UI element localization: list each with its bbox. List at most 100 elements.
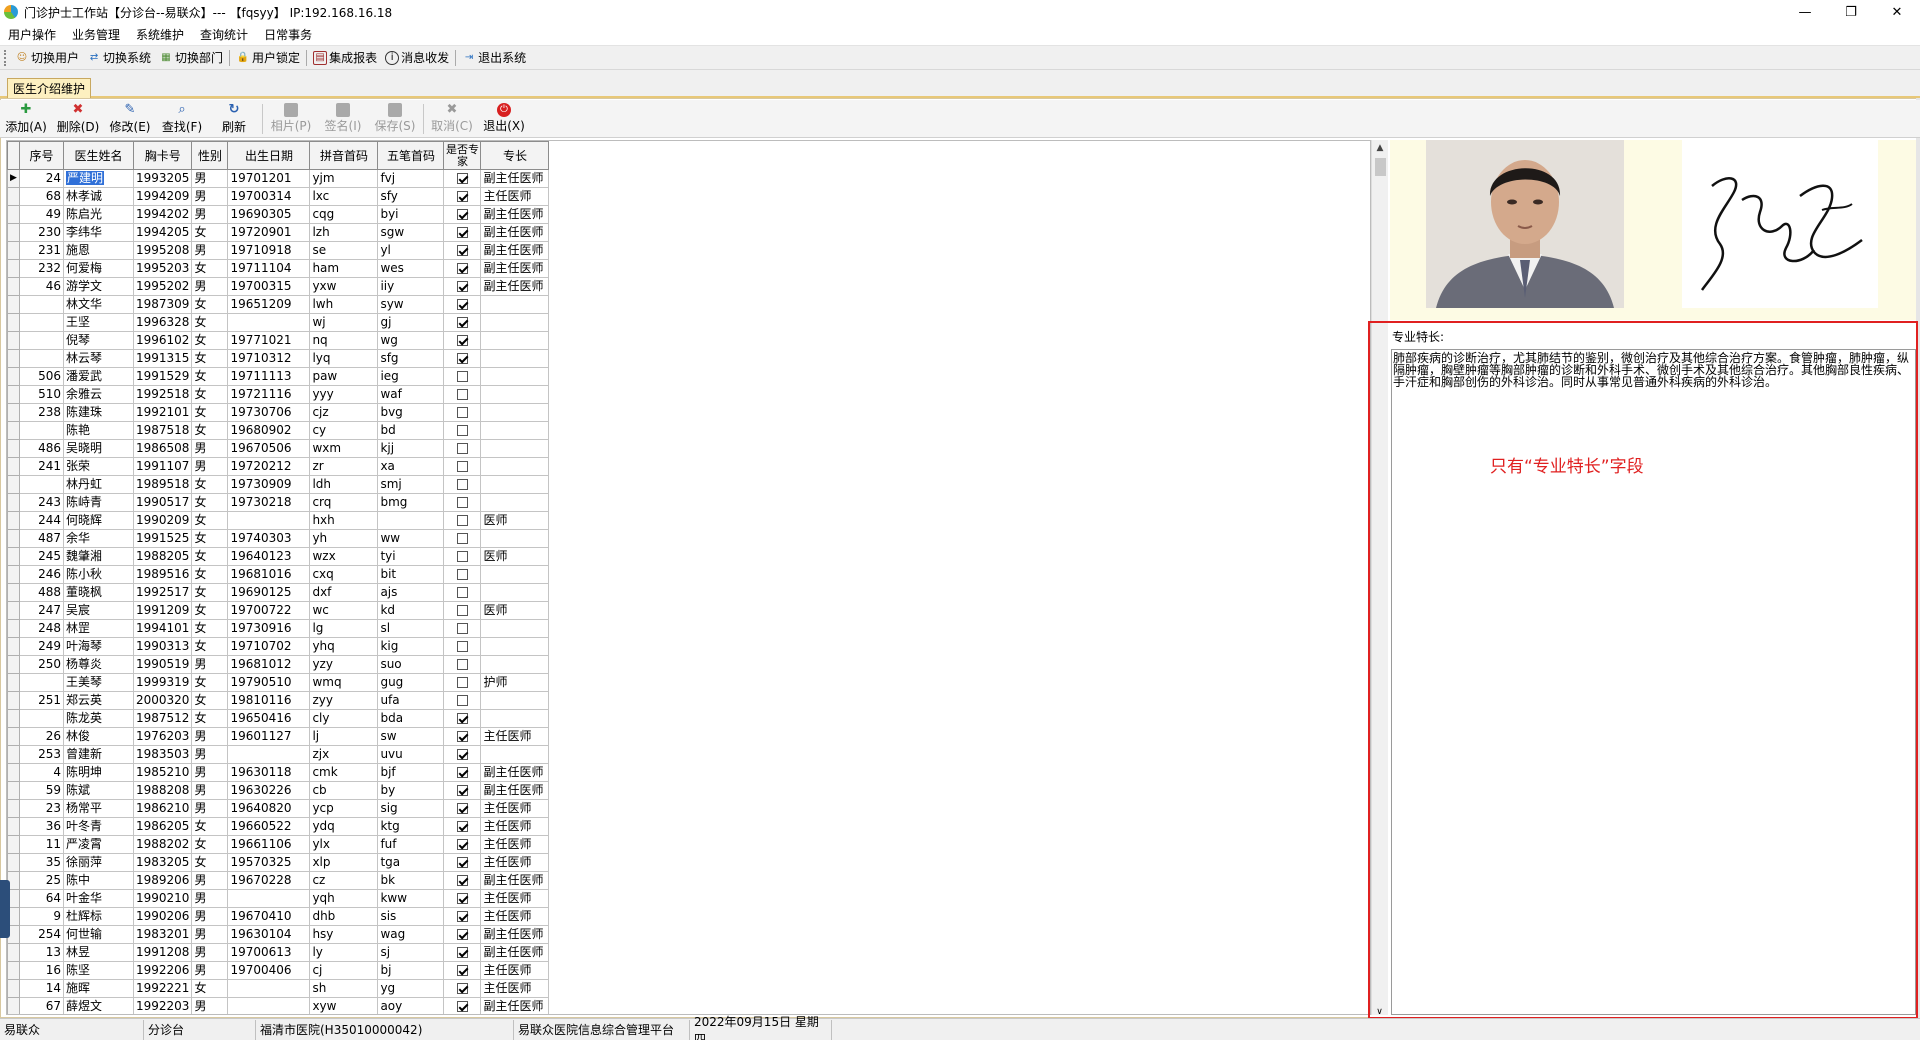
expert-checkbox[interactable]	[456, 839, 468, 850]
cell-is-expert[interactable]	[443, 403, 482, 422]
table-row[interactable]: 487 余华 1991525 女 19740303 yh ww	[7, 529, 550, 548]
cancel-button[interactable]: ✖ 取消(C)	[426, 101, 478, 137]
row-indicator[interactable]	[7, 601, 20, 620]
cell-badge-no[interactable]: 1986205	[132, 817, 193, 836]
expert-checkbox[interactable]	[456, 317, 468, 328]
cell-doctor-name[interactable]: 陈峙青	[63, 493, 134, 512]
cell-wubi-code[interactable]: ufa	[377, 691, 445, 710]
cell-badge-no[interactable]: 1991529	[132, 367, 193, 386]
table-row[interactable]: 506 潘爱武 1991529 女 19711113 paw ieg	[7, 367, 550, 386]
expert-checkbox[interactable]	[456, 731, 468, 742]
row-indicator[interactable]	[7, 295, 20, 314]
cell-wubi-code[interactable]: sis	[377, 907, 445, 926]
cell-wubi-code[interactable]: sgw	[377, 223, 445, 242]
expert-checkbox[interactable]	[456, 533, 468, 544]
table-row[interactable]: 36 叶冬青 1986205 女 19660522 ydq ktg 主任医师	[7, 817, 550, 836]
table-row[interactable]: 243 陈峙青 1990517 女 19730218 crq bmg	[7, 493, 550, 512]
cell-is-expert[interactable]	[443, 295, 482, 314]
expert-checkbox[interactable]	[456, 947, 468, 958]
cell-seq[interactable]	[19, 421, 64, 440]
cell-seq[interactable]: 24	[19, 169, 64, 188]
cell-is-expert[interactable]	[443, 583, 482, 602]
cell-seq[interactable]	[19, 709, 64, 728]
cell-wubi-code[interactable]: tga	[377, 853, 445, 872]
col-doctor-name[interactable]: 医生姓名	[63, 141, 134, 170]
side-handle[interactable]	[0, 880, 10, 938]
cell-doctor-name[interactable]: 张荣	[63, 457, 134, 476]
table-row[interactable]: 231 施恩 1995208 男 19710918 se yl 副主任医师	[7, 241, 550, 260]
reports-button[interactable]: ▤ 集成报表	[309, 48, 381, 68]
cell-wubi-code[interactable]: yl	[377, 241, 445, 260]
table-row[interactable]: 250 杨尊炎 1990519 男 19681012 yzy suo	[7, 655, 550, 674]
cell-is-expert[interactable]	[443, 727, 482, 746]
table-row[interactable]: 245 魏肇湘 1988205 女 19640123 wzx tyi 医师	[7, 547, 550, 566]
cell-is-expert[interactable]	[443, 763, 482, 782]
expert-checkbox[interactable]	[456, 425, 468, 436]
cell-birth-date[interactable]: 19630104	[227, 925, 311, 944]
cell-doctor-name[interactable]: 陈坚	[63, 961, 134, 980]
cell-doctor-name[interactable]: 施恩	[63, 241, 134, 260]
cell-gender[interactable]: 女	[191, 835, 229, 854]
cell-gender[interactable]: 女	[191, 691, 229, 710]
row-indicator[interactable]: ▶	[7, 169, 20, 188]
cell-doctor-name[interactable]: 游学文	[63, 277, 134, 296]
cell-gender[interactable]: 男	[191, 889, 229, 908]
cell-pinyin-code[interactable]: cmk	[309, 763, 379, 782]
row-indicator[interactable]	[7, 457, 20, 476]
cell-specialty[interactable]: 主任医师	[480, 817, 550, 836]
expert-checkbox[interactable]	[456, 515, 468, 526]
expert-checkbox[interactable]	[456, 371, 468, 382]
table-row[interactable]: 46 游学文 1995202 男 19700315 yxw iiy 副主任医师	[7, 277, 550, 296]
specialty-scrollbar[interactable]: ∨	[1371, 321, 1389, 1017]
cell-pinyin-code[interactable]: yhq	[309, 637, 379, 656]
cell-gender[interactable]: 男	[191, 745, 229, 764]
cell-birth-date[interactable]	[227, 889, 311, 908]
table-row[interactable]: 王坚 1996328 女 wj gj	[7, 313, 550, 332]
cell-doctor-name[interactable]: 曾建新	[63, 745, 134, 764]
row-indicator[interactable]	[7, 223, 20, 242]
cell-seq[interactable]: 36	[19, 817, 64, 836]
cell-seq[interactable]: 9	[19, 907, 64, 926]
cell-birth-date[interactable]: 19630118	[227, 763, 311, 782]
expert-checkbox[interactable]	[456, 407, 468, 418]
cell-specialty[interactable]: 主任医师	[480, 979, 550, 998]
cell-pinyin-code[interactable]: lg	[309, 619, 379, 638]
cell-is-expert[interactable]	[443, 259, 482, 278]
table-row[interactable]: 247 吴宸 1991209 女 19700722 wc kd 医师	[7, 601, 550, 620]
expert-checkbox[interactable]	[456, 785, 468, 796]
expert-checkbox[interactable]	[456, 713, 468, 724]
cell-badge-no[interactable]: 1987309	[132, 295, 193, 314]
cell-doctor-name[interactable]: 陈龙英	[63, 709, 134, 728]
cell-specialty[interactable]: 副主任医师	[480, 943, 550, 962]
cell-pinyin-code[interactable]: nq	[309, 331, 379, 350]
cell-gender[interactable]: 男	[191, 727, 229, 746]
row-indicator[interactable]	[7, 421, 20, 440]
cell-gender[interactable]: 女	[191, 565, 229, 584]
expert-checkbox[interactable]	[456, 461, 468, 472]
cell-badge-no[interactable]: 1986508	[132, 439, 193, 458]
menu-query[interactable]: 查询统计	[192, 26, 256, 43]
table-row[interactable]: 王美琴 1999319 女 19790510 wmq gug 护师	[7, 673, 550, 692]
add-button[interactable]: ✚ 添加(A)	[0, 101, 52, 137]
cell-seq[interactable]: 16	[19, 961, 64, 980]
cell-gender[interactable]: 女	[191, 853, 229, 872]
cell-specialty[interactable]: 主任医师	[480, 889, 550, 908]
cell-specialty[interactable]	[480, 367, 550, 386]
cell-birth-date[interactable]: 19670228	[227, 871, 311, 890]
cell-badge-no[interactable]: 1990206	[132, 907, 193, 926]
cell-pinyin-code[interactable]: yxw	[309, 277, 379, 296]
expert-checkbox[interactable]	[456, 875, 468, 886]
cell-is-expert[interactable]	[443, 979, 482, 998]
cell-specialty[interactable]: 主任医师	[480, 961, 550, 980]
cell-specialty[interactable]: 副主任医师	[480, 277, 550, 296]
cell-doctor-name[interactable]: 余雅云	[63, 385, 134, 404]
cell-birth-date[interactable]: 19721116	[227, 385, 311, 404]
table-row[interactable]: 16 陈坚 1992206 男 19700406 cj bj 主任医师	[7, 961, 550, 980]
table-row[interactable]: 倪琴 1996102 女 19771021 nq wg	[7, 331, 550, 350]
cell-badge-no[interactable]: 1991315	[132, 349, 193, 368]
table-row[interactable]: 244 何晓辉 1990209 女 hxh 医师	[7, 511, 550, 530]
table-row[interactable]: 陈龙英 1987512 女 19650416 cly bda	[7, 709, 550, 728]
row-indicator[interactable]	[7, 439, 20, 458]
cell-pinyin-code[interactable]: ycp	[309, 799, 379, 818]
cell-birth-date[interactable]	[227, 745, 311, 764]
